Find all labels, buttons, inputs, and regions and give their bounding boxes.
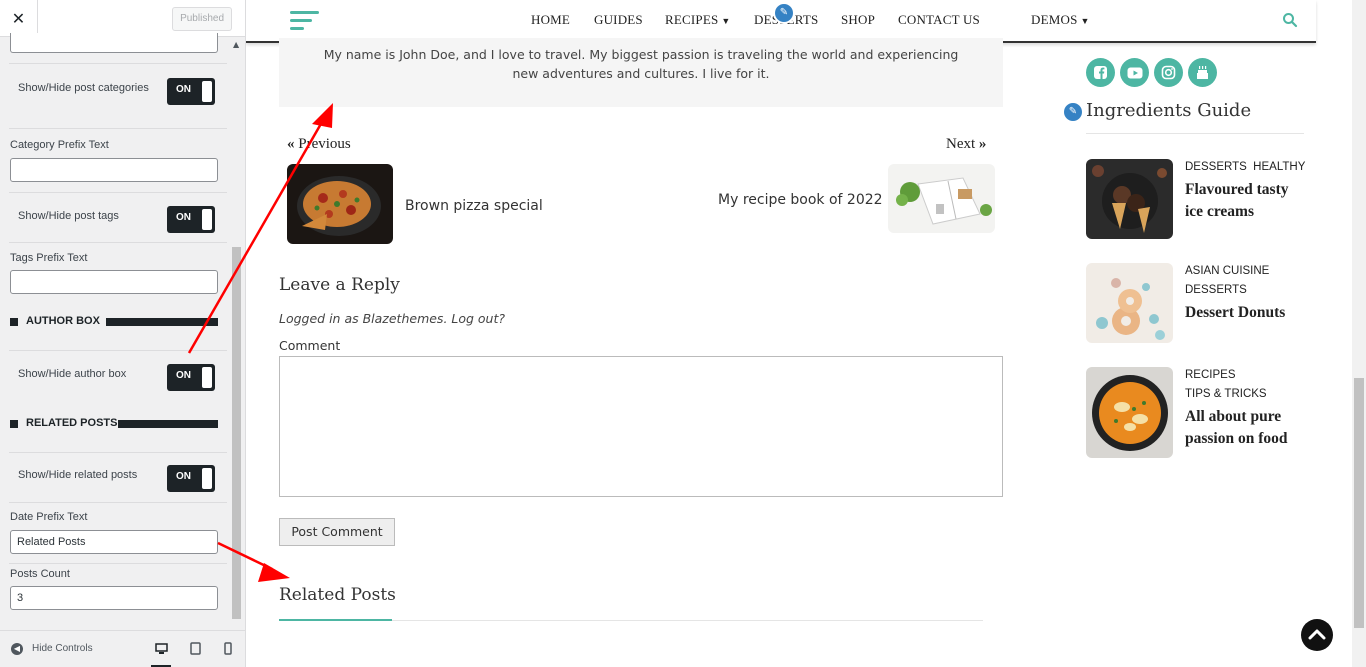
reply-heading: Leave a Reply	[279, 275, 400, 295]
author-box-toggle[interactable]: ON	[167, 364, 215, 391]
edit-shortcut-icon[interactable]: ✎	[1062, 101, 1084, 123]
widget-title: Ingredients Guide	[1086, 100, 1252, 121]
related-posts-title: Related Posts	[279, 585, 396, 605]
category-prefix-label: Category Prefix Text	[10, 139, 109, 151]
back-to-top-button[interactable]	[1301, 619, 1333, 651]
hide-controls-icon[interactable]: ◀	[11, 643, 23, 655]
category-link[interactable]: RECIPES	[1185, 366, 1267, 385]
post-categories[interactable]: ASIAN CUISINE DESSERTS	[1185, 262, 1269, 300]
author-box-heading: AUTHOR BOX	[10, 315, 218, 329]
previous-label: Previous	[298, 136, 351, 152]
sidebar-post-title[interactable]: Flavoured tasty ice creams	[1185, 179, 1310, 223]
published-button[interactable]: Published	[172, 7, 232, 31]
chevron-down-icon: ▼	[1080, 16, 1090, 26]
clipped-text-field[interactable]	[10, 33, 218, 53]
instagram-icon[interactable]	[1154, 58, 1183, 87]
customizer-panel: ✕ Published ▲ Show/Hide post categories …	[0, 0, 246, 667]
nav-guides[interactable]: GUIDES	[594, 12, 643, 28]
separator	[9, 128, 227, 129]
hamburger-menu-icon[interactable]	[290, 11, 319, 31]
curry-thumbnail[interactable]	[1086, 367, 1173, 458]
sidebar-post-title[interactable]: All about pure passion on food	[1185, 406, 1310, 450]
next-label: Next	[946, 136, 976, 152]
scroll-up-arrow-icon[interactable]: ▲	[233, 40, 239, 49]
date-prefix-input[interactable]: Related Posts	[10, 530, 218, 554]
customizer-footer: ◀ Hide Controls	[0, 630, 245, 667]
separator	[9, 350, 227, 351]
close-icon[interactable]: ✕	[0, 0, 38, 37]
hide-controls-button[interactable]: Hide Controls	[32, 643, 93, 654]
chevron-down-icon: ▼	[721, 16, 731, 26]
author-box-label: Show/Hide author box	[18, 368, 127, 380]
search-icon[interactable]	[1282, 12, 1298, 28]
category-link[interactable]: DESSERTS	[1185, 281, 1269, 300]
posts-count-input[interactable]: 3	[10, 586, 218, 610]
posts-count-label: Posts Count	[10, 568, 70, 580]
facebook-icon[interactable]	[1086, 58, 1115, 87]
category-prefix-input[interactable]	[10, 158, 218, 182]
related-posts-toggle[interactable]: ON	[167, 465, 215, 492]
previous-post-link[interactable]: « Previous	[287, 136, 351, 153]
previous-post-title[interactable]: Brown pizza special	[405, 198, 543, 214]
post-categories-label: Show/Hide post categories	[18, 82, 149, 94]
double-chevron-left-icon: «	[287, 136, 295, 152]
category-link[interactable]: TIPS & TRICKS	[1185, 385, 1267, 404]
category-link[interactable]: HEALTHY	[1253, 161, 1305, 173]
nav-recipes-label: RECIPES	[665, 12, 719, 27]
date-prefix-label: Date Prefix Text	[10, 511, 88, 523]
separator	[9, 192, 227, 193]
sidebar-post-title[interactable]: Dessert Donuts	[1185, 302, 1310, 324]
post-categories-toggle[interactable]: ON	[167, 78, 215, 105]
separator	[9, 452, 227, 453]
page-scrollbar-thumb[interactable]	[1354, 378, 1364, 628]
category-link[interactable]: ASIAN CUISINE	[1185, 262, 1269, 281]
post-comment-button[interactable]: Post Comment	[279, 518, 395, 546]
youtube-icon[interactable]	[1120, 58, 1149, 87]
nav-demos-label: DEMOS	[1031, 12, 1078, 27]
desktop-icon[interactable]	[151, 641, 171, 667]
separator	[9, 63, 227, 64]
pizza-thumbnail[interactable]	[287, 164, 393, 244]
related-posts-label: Show/Hide related posts	[18, 469, 138, 481]
nav-demos[interactable]: DEMOS ▼	[1031, 12, 1090, 28]
nav-contact[interactable]: CONTACT US	[898, 12, 980, 28]
panel-scrollbar-thumb[interactable]	[232, 247, 241, 619]
chevron-up-icon	[1308, 629, 1326, 640]
related-posts-heading: RELATED POSTS	[10, 417, 218, 431]
author-box: My name is John Doe, and I love to trave…	[279, 38, 1003, 107]
post-tags-label: Show/Hide post tags	[18, 210, 119, 222]
tags-prefix-input[interactable]	[10, 270, 218, 294]
post-categories[interactable]: RECIPES TIPS & TRICKS	[1185, 366, 1267, 404]
comment-textarea[interactable]	[279, 356, 1003, 497]
nav-home[interactable]: HOME	[531, 12, 570, 28]
comment-label: Comment	[279, 338, 341, 353]
author-bio: My name is John Doe, and I love to trave…	[323, 47, 959, 81]
mobile-icon[interactable]	[218, 641, 238, 661]
next-post-title[interactable]: My recipe book of 2022	[718, 192, 883, 208]
site-preview: HOME GUIDES RECIPES▼ DESSERTS SHOP CONTA…	[246, 0, 1366, 667]
customizer-header: ✕ Published	[0, 0, 245, 37]
tablet-icon[interactable]	[185, 641, 205, 661]
widget-divider	[1086, 133, 1304, 134]
separator	[9, 242, 227, 243]
related-accent-line	[279, 619, 392, 621]
donuts-thumbnail[interactable]	[1086, 263, 1173, 343]
logged-in-text[interactable]: Logged in as Blazethemes. Log out?	[279, 311, 505, 326]
page-scrollbar[interactable]	[1352, 0, 1366, 667]
next-post-link[interactable]: Next »	[946, 136, 986, 153]
recipe-book-thumbnail[interactable]	[888, 164, 995, 233]
double-chevron-right-icon: »	[978, 136, 987, 152]
edit-shortcut-icon[interactable]: ✎	[773, 2, 795, 24]
panel-scrollbar[interactable]	[230, 37, 243, 630]
separator	[9, 502, 227, 503]
nav-recipes[interactable]: RECIPES ▼	[665, 12, 731, 28]
post-tags-toggle[interactable]: ON	[167, 206, 215, 233]
category-link[interactable]: DESSERTS	[1185, 161, 1247, 173]
nav-shop[interactable]: SHOP	[841, 12, 875, 28]
tags-prefix-label: Tags Prefix Text	[10, 252, 88, 264]
ice-cream-thumbnail[interactable]	[1086, 159, 1173, 239]
cake-icon[interactable]	[1188, 58, 1217, 87]
post-categories[interactable]: DESSERTS HEALTHY	[1185, 158, 1305, 177]
